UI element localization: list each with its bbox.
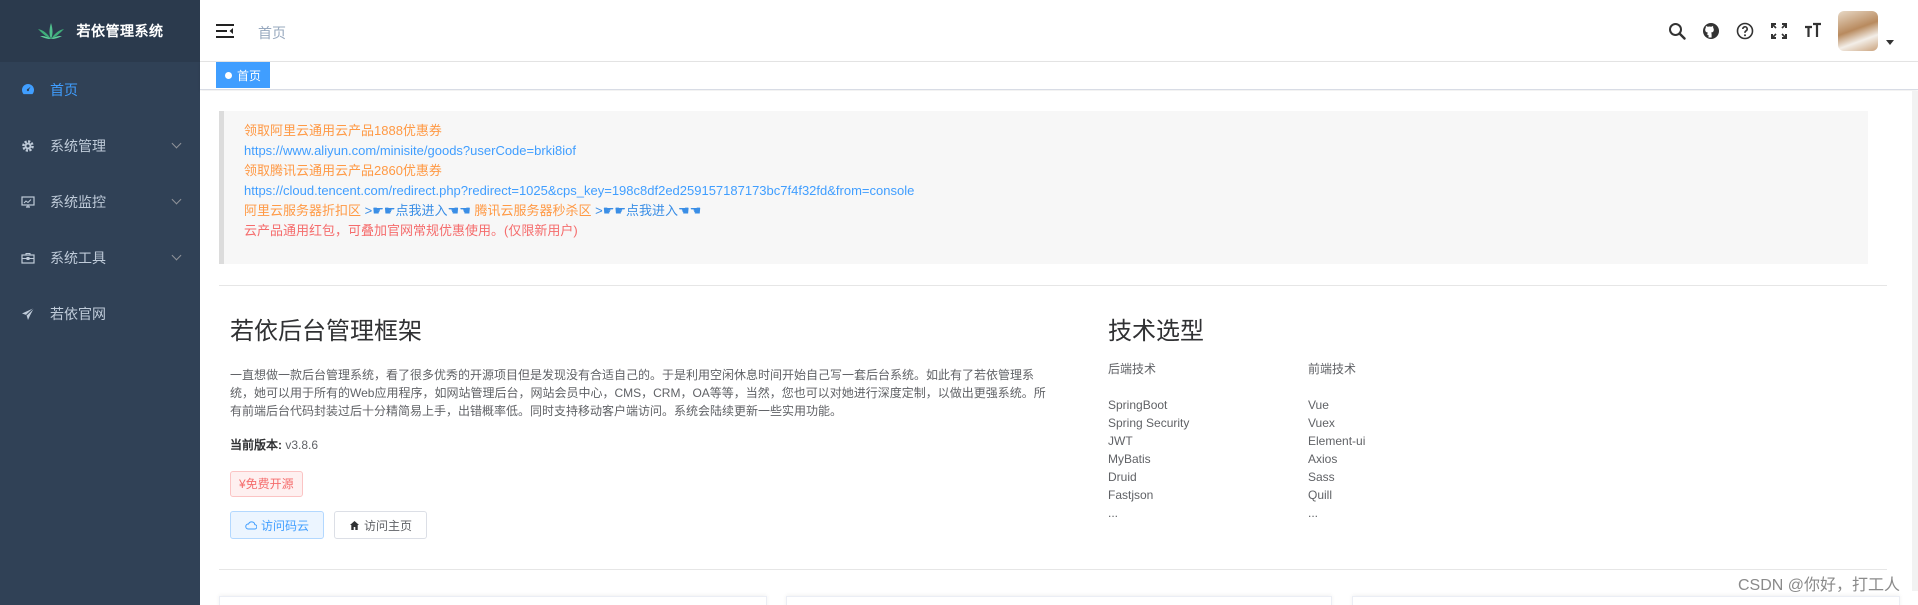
- sidebar: 若依管理系统 首页 系统管理 系统监控 系统工具 若依官网: [0, 0, 200, 605]
- list-item: Quill: [1308, 488, 1333, 502]
- sidebar-item-label: 系统工具: [50, 250, 106, 266]
- tag-label: 首页: [237, 68, 262, 83]
- caret-down-icon[interactable]: [1886, 39, 1894, 45]
- visit-gitee-button[interactable]: 访问码云: [230, 511, 325, 539]
- button-label: 访问码云: [261, 518, 310, 533]
- toolbox-icon: [20, 250, 36, 266]
- notice-text: 阿里云服务器折扣区: [244, 203, 362, 218]
- sidebar-item-label: 系统监控: [50, 194, 106, 210]
- notice-link[interactable]: https://www.aliyun.com/minisite/goods?us…: [244, 141, 1848, 161]
- breadcrumb: 首页: [258, 25, 286, 41]
- chevron-down-icon: [171, 250, 182, 261]
- home-icon: [350, 520, 360, 530]
- sidebar-item-system-tools[interactable]: 系统工具: [0, 230, 200, 286]
- frontend-header: 前端技术: [1308, 362, 1357, 376]
- sidebar-item-label: 首页: [50, 82, 78, 98]
- list-item: Spring Security: [1108, 416, 1190, 430]
- frontend-column: 前端技术 Vue Vuex Element-ui Axios Sass Quil…: [1308, 360, 1508, 522]
- search-icon[interactable]: [1666, 20, 1688, 42]
- list-item: ...: [1108, 506, 1119, 520]
- cloud-icon: [245, 521, 257, 530]
- version-label: 当前版本:: [230, 438, 282, 452]
- list-item: Vue: [1308, 398, 1329, 412]
- intro-buttons: 访问码云 访问主页: [230, 511, 1050, 539]
- github-icon[interactable]: [1700, 20, 1722, 42]
- tag-home[interactable]: 首页: [216, 62, 271, 88]
- help-icon[interactable]: [1734, 20, 1756, 42]
- list-item: Axios: [1308, 452, 1338, 466]
- notice-line: 领取腾讯云通用云产品2860优惠券: [244, 163, 442, 178]
- sidebar-item-label: 若依官网: [50, 306, 106, 322]
- list-item: Element-ui: [1308, 434, 1366, 448]
- chevron-down-icon: [171, 138, 182, 149]
- tech-columns: 后端技术 SpringBoot Spring Security JWT MyBa…: [1108, 360, 1708, 522]
- navbar-right: [1654, 11, 1894, 51]
- card: [219, 596, 767, 605]
- tags-view: 首页: [200, 62, 1918, 90]
- sidebar-item-home[interactable]: 首页: [0, 62, 200, 118]
- notice-link[interactable]: >☛☛点我进入☚☚: [595, 203, 701, 218]
- tech-title: 技术选型: [1108, 318, 1204, 345]
- list-item: Sass: [1308, 470, 1335, 484]
- notice-line: 领取阿里云通用云产品1888优惠券: [244, 123, 442, 138]
- free-open-source-badge: ¥免费开源: [230, 471, 303, 497]
- notice-text: 腾讯云服务器秒杀区: [474, 203, 592, 218]
- hamburger-icon[interactable]: [216, 23, 234, 39]
- sidebar-item-system-monitor[interactable]: 系统监控: [0, 174, 200, 230]
- gear-icon: [20, 138, 36, 154]
- sidebar-item-system-management[interactable]: 系统管理: [0, 118, 200, 174]
- logo-text: 若依管理系统: [76, 23, 164, 39]
- intro-description: 一直想做一款后台管理系统，看了很多优秀的开源项目但是发现没有合适自己的。于是利用…: [230, 368, 1046, 418]
- logo[interactable]: 若依管理系统: [0, 0, 200, 62]
- button-label: 访问主页: [364, 518, 413, 533]
- navbar: 首页: [200, 0, 1918, 62]
- divider: [219, 569, 1887, 570]
- sidebar-item-label: 系统管理: [50, 138, 106, 154]
- promo-notice: 领取阿里云通用云产品1888优惠券 https://www.aliyun.com…: [219, 111, 1868, 264]
- font-size-icon[interactable]: [1802, 20, 1824, 42]
- list-item: ...: [1308, 506, 1319, 520]
- avatar[interactable]: [1838, 11, 1878, 51]
- notice-line: 云产品通用红包，可叠加官网常规优惠使用。(仅限新用户): [244, 223, 578, 238]
- card: [1352, 596, 1900, 605]
- version-value: v3.8.6: [285, 438, 319, 452]
- notice-line: 阿里云服务器折扣区 >☛☛点我进入☚☚ 腾讯云服务器秒杀区 >☛☛点我进入☚☚: [244, 201, 1848, 221]
- version-line: 当前版本: v3.8.6: [230, 436, 1050, 453]
- scrollbar[interactable]: [1912, 91, 1918, 591]
- active-dot-icon: [225, 71, 232, 79]
- backend-column: 后端技术 SpringBoot Spring Security JWT MyBa…: [1108, 360, 1308, 522]
- tech-stack-section: 技术选型 后端技术 SpringBoot Spring Security JWT…: [1108, 311, 1708, 522]
- list-item: JWT: [1108, 434, 1133, 448]
- divider: [219, 285, 1887, 286]
- notice-link[interactable]: >☛☛点我进入☚☚: [365, 203, 471, 218]
- fullscreen-icon[interactable]: [1768, 20, 1790, 42]
- intro-section: 若依后台管理框架 一直想做一款后台管理系统，看了很多优秀的开源项目但是发现没有合…: [230, 311, 1050, 539]
- monitor-icon: [20, 194, 36, 210]
- visit-home-button[interactable]: 访问主页: [334, 511, 428, 539]
- dashboard-icon: [20, 82, 36, 98]
- card: [786, 596, 1332, 605]
- intro-title: 若依后台管理框架: [230, 318, 422, 345]
- notice-link[interactable]: https://cloud.tencent.com/redirect.php?r…: [244, 181, 1848, 201]
- chevron-down-icon: [171, 194, 182, 205]
- backend-header: 后端技术: [1108, 362, 1157, 376]
- watermark: CSDN @你好，打工人: [1737, 577, 1900, 594]
- send-icon: [20, 306, 36, 322]
- sidebar-item-official-site[interactable]: 若依官网: [0, 286, 200, 342]
- list-item: MyBatis: [1108, 452, 1151, 466]
- logo-icon: [37, 23, 64, 39]
- list-item: Vuex: [1308, 416, 1335, 430]
- list-item: SpringBoot: [1108, 398, 1168, 412]
- list-item: Druid: [1108, 470, 1137, 484]
- list-item: Fastjson: [1108, 488, 1154, 502]
- main-content: 领取阿里云通用云产品1888优惠券 https://www.aliyun.com…: [200, 91, 1918, 605]
